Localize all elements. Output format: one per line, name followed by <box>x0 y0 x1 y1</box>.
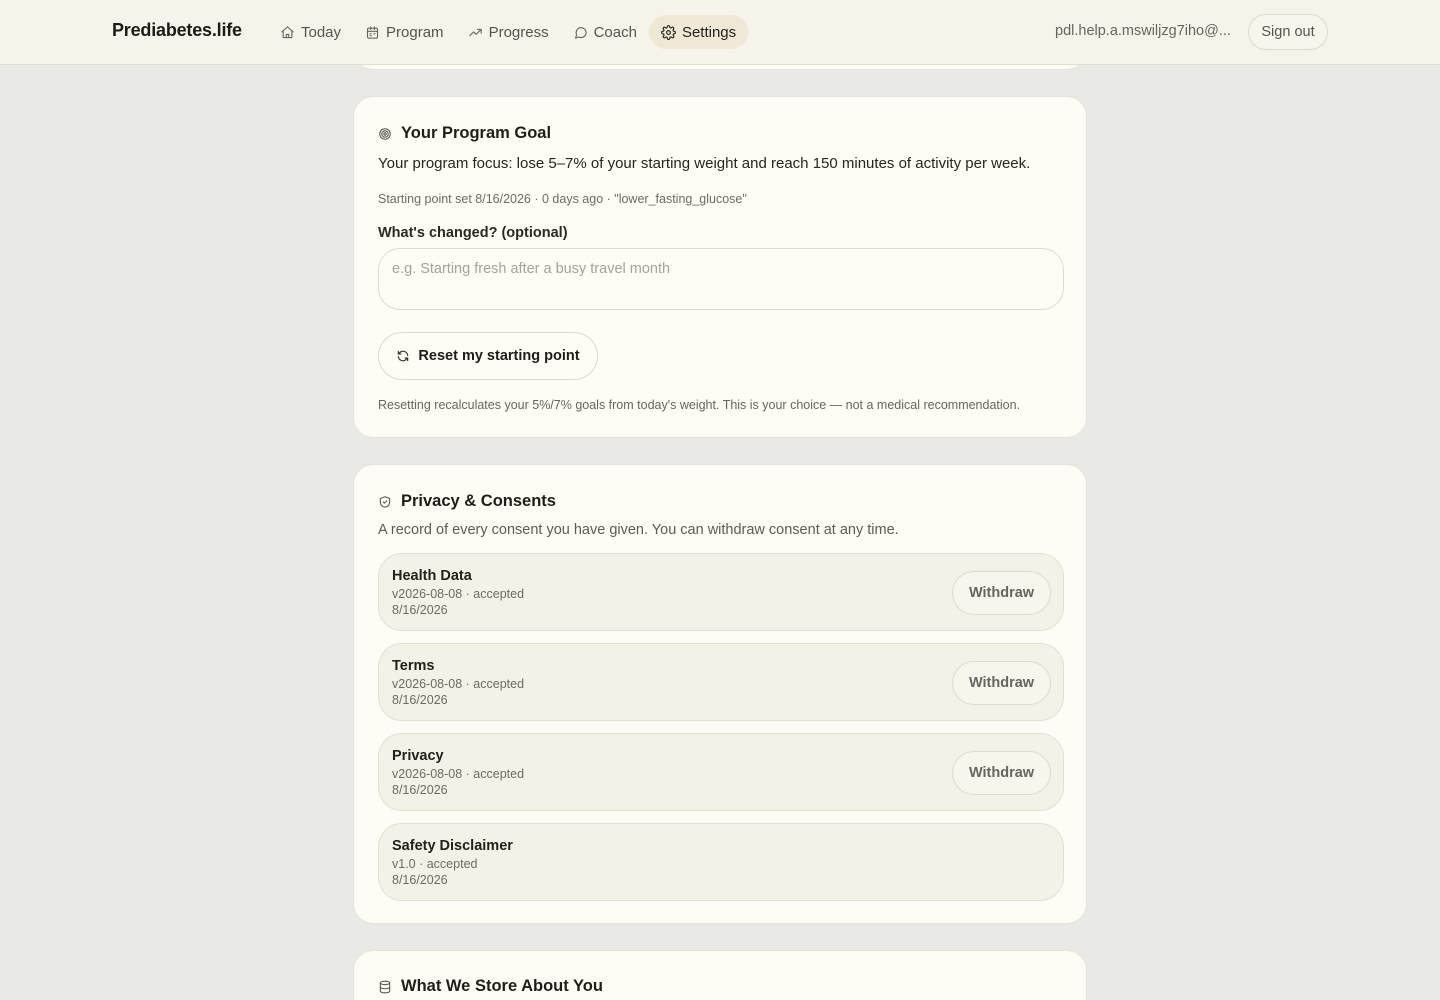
consent-version: v2026-08-08 · accepted <box>392 767 525 781</box>
target-icon <box>379 127 391 140</box>
consent-item-terms: Terms v2026-08-08 · accepted 8/16/2026 W… <box>378 643 1064 721</box>
privacy-consents-card: Privacy & Consents A record of every con… <box>353 464 1087 924</box>
reset-starting-point-label: Reset my starting point <box>418 348 580 364</box>
nav-today-label: Today <box>301 23 342 41</box>
nav-settings[interactable]: Settings <box>648 15 749 49</box>
nav-coach-label: Coach <box>593 23 637 41</box>
withdraw-health-data-button[interactable]: Withdraw <box>952 571 1051 615</box>
reset-starting-point-button[interactable]: Reset my starting point <box>378 332 598 380</box>
consent-version: v2026-08-08 · accepted <box>392 677 525 691</box>
refresh-icon <box>398 350 409 362</box>
consent-name: Safety Disclaimer <box>392 838 513 854</box>
consent-item-health-data: Health Data v2026-08-08 · accepted 8/16/… <box>378 553 1064 631</box>
consent-date: 8/16/2026 <box>392 783 448 797</box>
consent-name: Terms <box>392 658 435 674</box>
nav-today[interactable]: Today <box>268 15 353 49</box>
program-goal-title: Your Program Goal <box>401 124 552 142</box>
nav-progress[interactable]: Progress <box>456 15 561 49</box>
nav-program-label: Program <box>386 23 444 41</box>
reset-disclaimer: Resetting recalculates your 5%/7% goals … <box>378 398 1021 412</box>
top-navigation-bar: Prediabetes.life Today Program Progress … <box>0 0 1440 65</box>
sign-out-button[interactable]: Sign out <box>1248 14 1328 50</box>
gear-icon <box>661 24 676 40</box>
nav-settings-label: Settings <box>681 23 737 41</box>
privacy-consents-title: Privacy & Consents <box>401 492 556 510</box>
starting-point-meta: Starting point set 8/16/2026 · 0 days ag… <box>378 192 747 206</box>
nav-program[interactable]: Program <box>353 15 456 49</box>
data-storage-title: What We Store About You <box>401 977 603 995</box>
nav-progress-label: Progress <box>488 23 549 41</box>
program-focus-text: Your program focus: lose 5–7% of your st… <box>378 155 1031 172</box>
user-email: pdl.help.a.mswiljzg7iho@... <box>1055 23 1231 39</box>
consent-version: v1.0 · accepted <box>392 857 478 871</box>
whats-changed-label: What's changed? (optional) <box>378 225 568 241</box>
data-storage-card: What We Store About You <box>353 950 1087 1000</box>
withdraw-terms-button[interactable]: Withdraw <box>952 661 1051 705</box>
shield-check-icon <box>379 495 391 508</box>
program-goal-heading: Your Program Goal <box>378 124 551 143</box>
consent-item-privacy: Privacy v2026-08-08 · accepted 8/16/2026… <box>378 733 1064 811</box>
privacy-description: A record of every consent you have given… <box>378 522 899 538</box>
calendar-icon <box>366 25 379 39</box>
brand-logo[interactable]: Prediabetes.life <box>112 20 242 41</box>
privacy-consents-heading: Privacy & Consents <box>378 492 556 511</box>
home-icon <box>281 25 294 38</box>
whats-changed-input[interactable] <box>378 248 1064 310</box>
consent-item-safety-disclaimer: Safety Disclaimer v1.0 · accepted 8/16/2… <box>378 823 1064 901</box>
consent-name: Health Data <box>392 568 472 584</box>
consent-date: 8/16/2026 <box>392 873 448 887</box>
consent-date: 8/16/2026 <box>392 603 448 617</box>
trending-up-icon <box>468 28 482 36</box>
data-storage-heading: What We Store About You <box>378 977 603 996</box>
chat-bubble-icon <box>574 26 587 39</box>
consent-date: 8/16/2026 <box>392 693 448 707</box>
withdraw-privacy-button[interactable]: Withdraw <box>952 751 1051 795</box>
nav-coach[interactable]: Coach <box>561 15 649 49</box>
consent-version: v2026-08-08 · accepted <box>392 587 525 601</box>
consent-name: Privacy <box>392 748 444 764</box>
database-icon <box>379 980 391 993</box>
consent-list: Health Data v2026-08-08 · accepted 8/16/… <box>378 553 1064 913</box>
main-nav: Today Program Progress Coach Settings <box>268 15 749 49</box>
program-goal-card: Your Program Goal Your program focus: lo… <box>353 96 1087 438</box>
